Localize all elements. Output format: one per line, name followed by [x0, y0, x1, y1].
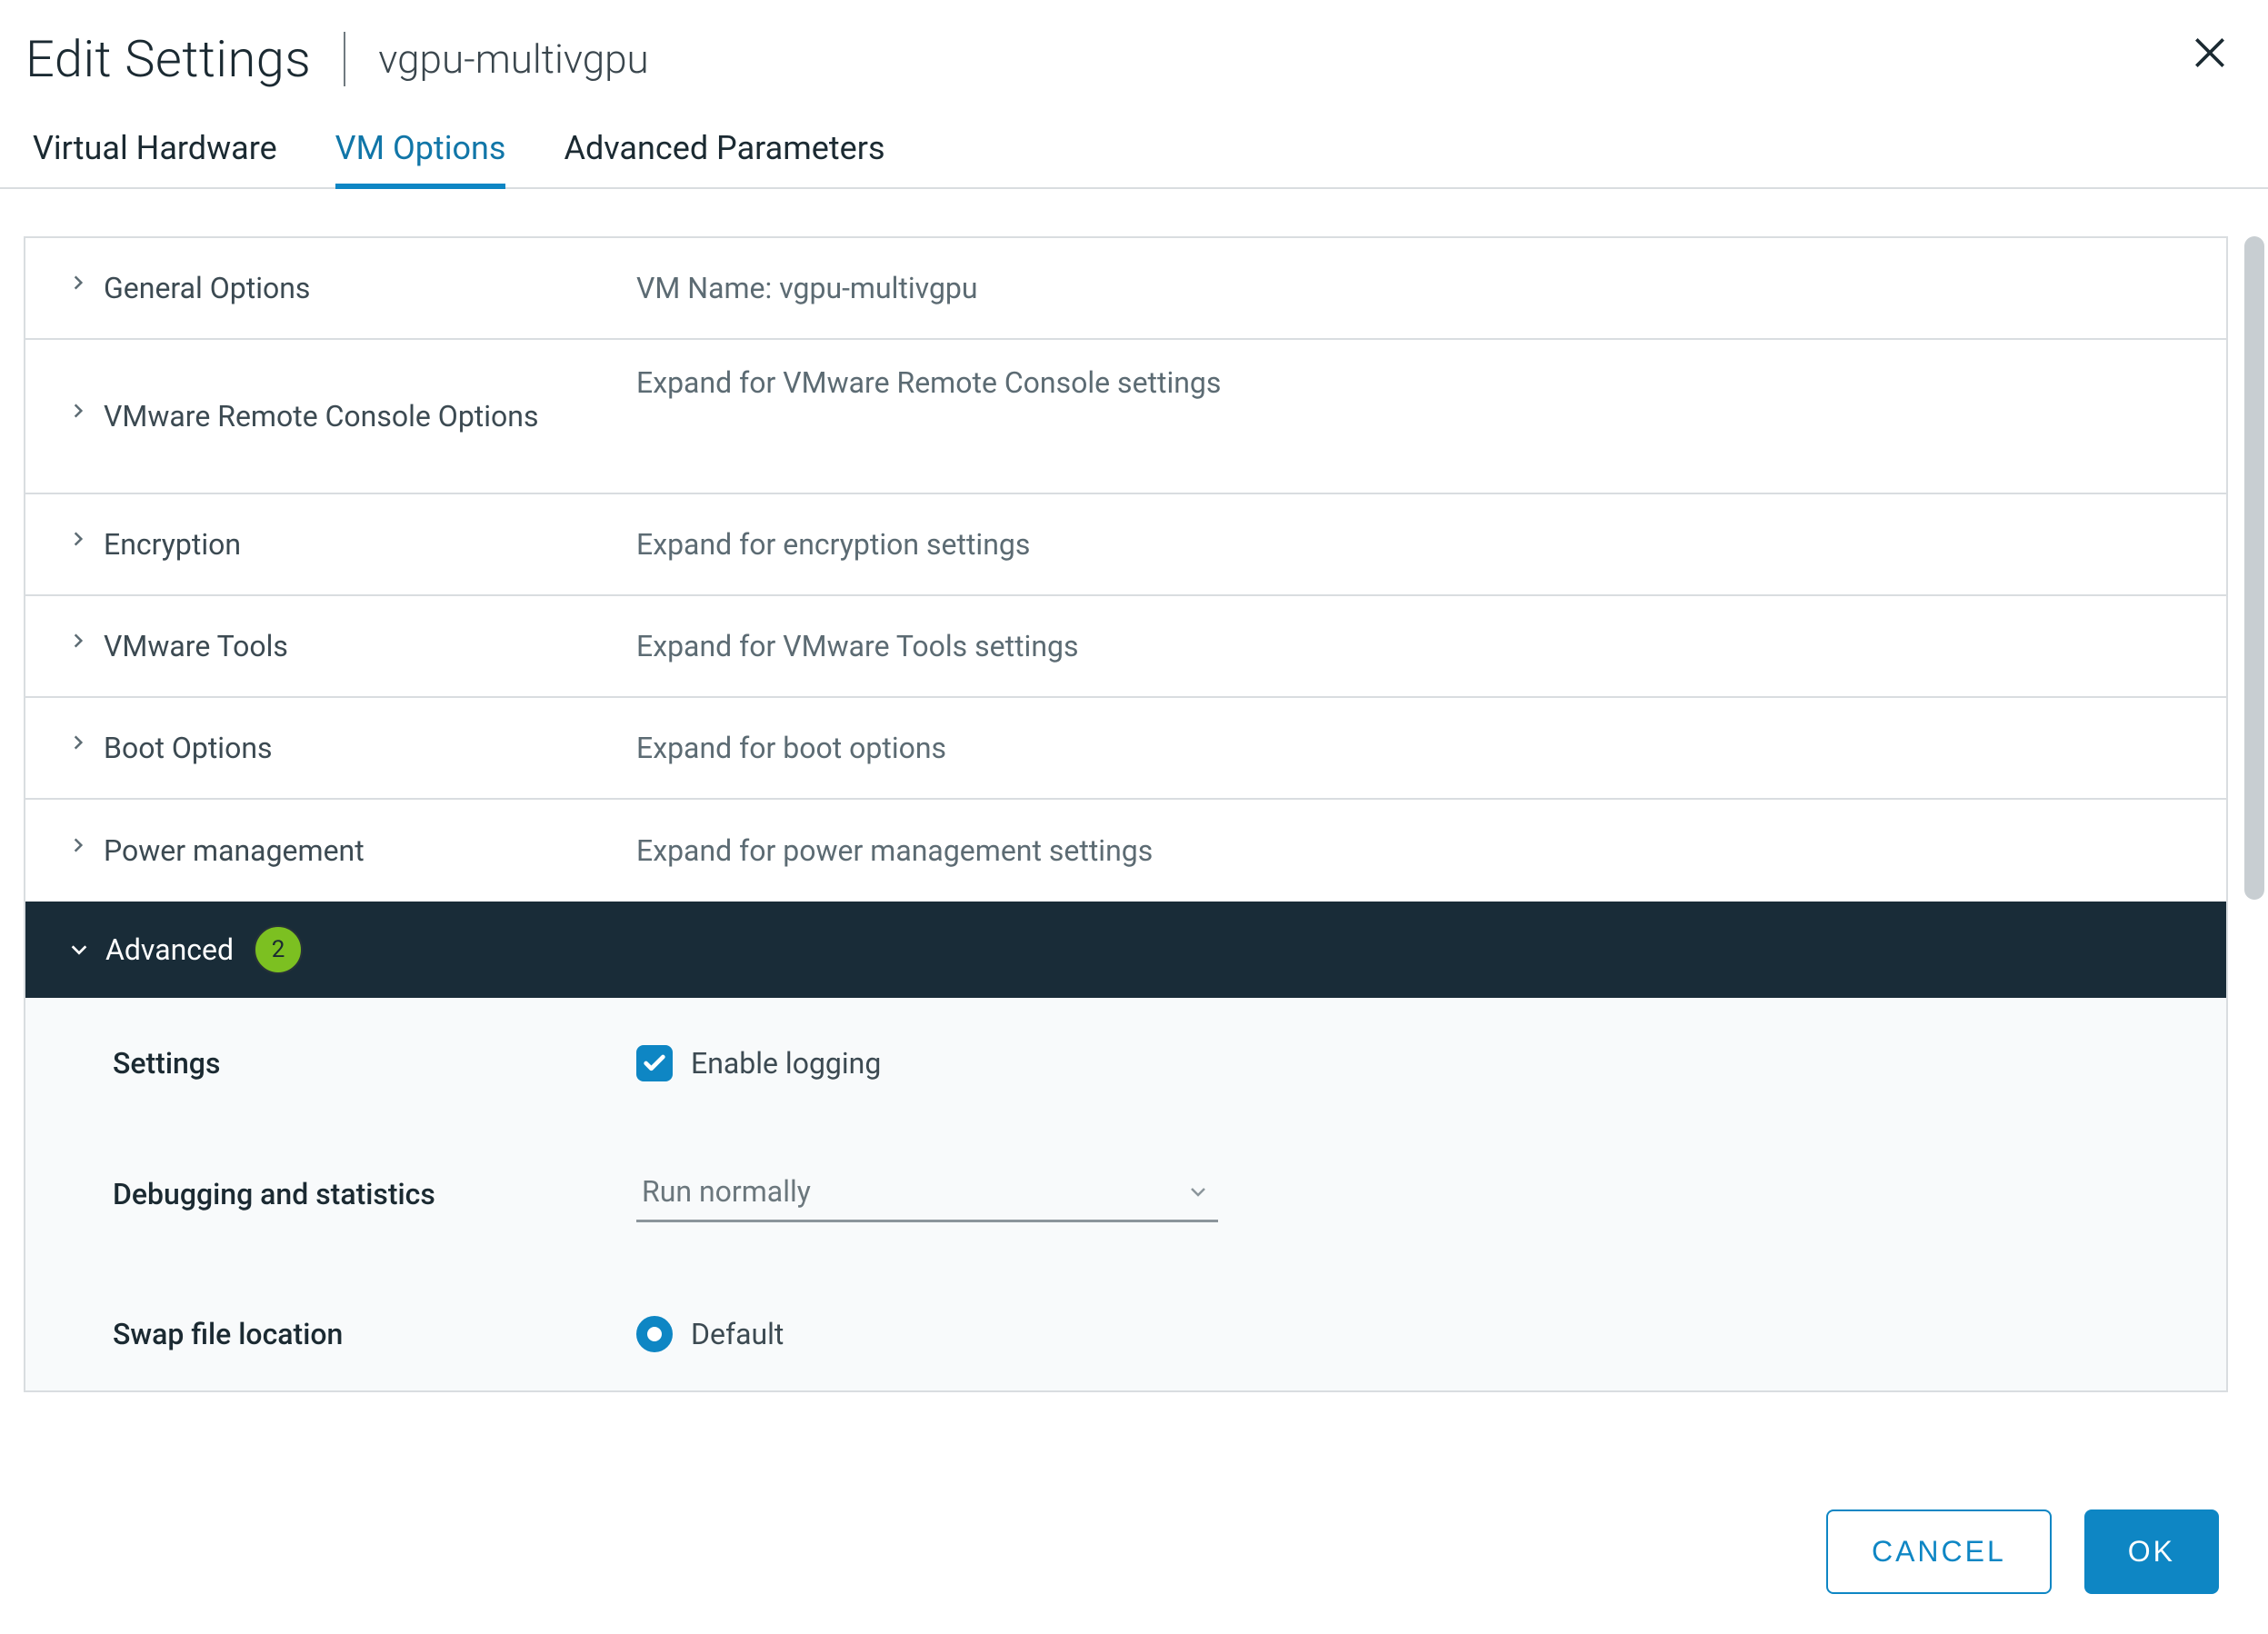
advanced-row-settings: Settings Enable logging [25, 998, 2226, 1129]
tab-vm-options[interactable]: VM Options [335, 122, 506, 187]
row-value: Expand for VMware Tools settings [636, 629, 1078, 663]
dialog-title: Edit Settings [25, 29, 311, 89]
row-advanced-header[interactable]: Advanced 2 [25, 902, 2226, 998]
chevron-right-icon [69, 530, 87, 548]
tab-bar: Virtual Hardware VM Options Advanced Par… [0, 122, 2268, 189]
ok-button[interactable]: OK [2084, 1509, 2219, 1594]
row-label: VMware Tools [104, 624, 288, 668]
close-button[interactable] [2190, 33, 2230, 73]
row-label: Advanced [105, 928, 234, 971]
chevron-right-icon [69, 402, 87, 420]
row-boot-options[interactable]: Boot Options Expand for boot options [25, 698, 2226, 800]
row-value: Expand for boot options [636, 731, 946, 765]
row-label: Power management [104, 829, 365, 872]
options-panel: General Options VM Name: vgpu-multivgpu … [24, 236, 2228, 1392]
cancel-button[interactable]: CANCEL [1826, 1509, 2052, 1594]
advanced-body: Settings Enable logging Debugging and st… [25, 998, 2226, 1390]
chevron-right-icon [69, 632, 87, 650]
scrollbar-thumb[interactable] [2244, 236, 2264, 900]
tab-advanced-parameters[interactable]: Advanced Parameters [564, 122, 884, 187]
header-divider [344, 32, 345, 86]
row-label: General Options [104, 266, 310, 310]
row-value: Expand for VMware Remote Console setting… [636, 365, 1221, 400]
callout-badge-2: 2 [254, 925, 303, 974]
advanced-row-swap: Swap file location Default [25, 1260, 2226, 1390]
debugging-select[interactable]: Run normally [636, 1167, 1218, 1222]
enable-logging-checkbox[interactable] [636, 1045, 673, 1081]
enable-logging-label: Enable logging [691, 1046, 881, 1081]
swap-default-label: Default [691, 1317, 784, 1351]
row-value: VM Name: vgpu-multivgpu [636, 271, 978, 305]
row-value: Expand for power management settings [636, 833, 1153, 868]
swap-default-radio[interactable] [636, 1316, 673, 1352]
close-icon [2190, 33, 2230, 73]
tab-virtual-hardware[interactable]: Virtual Hardware [33, 122, 277, 187]
chevron-right-icon [69, 274, 87, 292]
row-label: VMware Remote Console Options [104, 394, 538, 438]
adv-label-swap: Swap file location [113, 1317, 636, 1351]
edit-settings-dialog: Edit Settings vgpu-multivgpu Virtual Har… [0, 0, 2268, 1634]
adv-label-settings: Settings [113, 1046, 636, 1081]
row-encryption[interactable]: Encryption Expand for encryption setting… [25, 494, 2226, 596]
chevron-right-icon [69, 836, 87, 854]
row-vmware-remote-console[interactable]: VMware Remote Console Options Expand for… [25, 340, 2226, 494]
row-general-options[interactable]: General Options VM Name: vgpu-multivgpu [25, 238, 2226, 340]
chevron-down-icon [1187, 1181, 1209, 1202]
dialog-footer: CANCEL OK [1826, 1509, 2219, 1594]
advanced-row-debugging: Debugging and statistics Run normally [25, 1129, 2226, 1260]
adv-label-debugging: Debugging and statistics [113, 1177, 636, 1211]
dialog-header: Edit Settings vgpu-multivgpu [0, 0, 2268, 122]
chevron-down-icon [69, 940, 89, 960]
chevron-right-icon [69, 733, 87, 752]
row-value: Expand for encryption settings [636, 527, 1030, 562]
debugging-select-value: Run normally [642, 1174, 811, 1209]
row-label: Encryption [104, 523, 241, 566]
row-label: Boot Options [104, 726, 273, 770]
content-scroll-area: General Options VM Name: vgpu-multivgpu … [0, 236, 2268, 1401]
vm-name: vgpu-multivgpu [378, 35, 649, 83]
row-vmware-tools[interactable]: VMware Tools Expand for VMware Tools set… [25, 596, 2226, 698]
check-icon [642, 1051, 667, 1076]
row-power-management[interactable]: Power management Expand for power manage… [25, 800, 2226, 902]
